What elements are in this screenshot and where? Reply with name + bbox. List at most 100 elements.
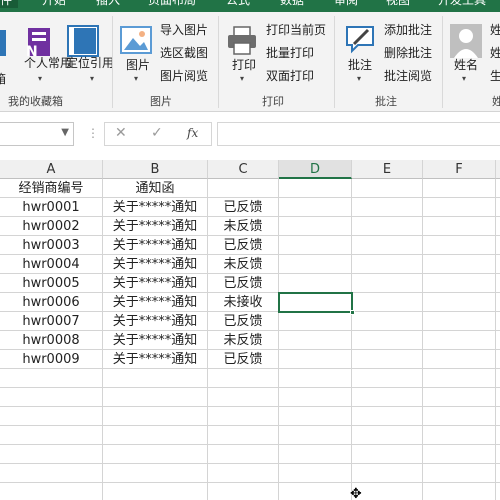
grid-cell[interactable]: hwr0009 (0, 350, 103, 369)
grid-cell[interactable] (208, 369, 279, 388)
grid-cell[interactable] (352, 445, 423, 464)
grid-cell[interactable] (423, 274, 496, 293)
grid-cell[interactable] (352, 426, 423, 445)
grid-cell[interactable]: hwr0004 (0, 255, 103, 274)
grid-cell[interactable]: 关于*****通知 (103, 350, 208, 369)
comment-icon[interactable] (344, 24, 376, 59)
grid-cell[interactable]: 未反馈 (208, 331, 279, 350)
add-comment-button[interactable]: 添加批注 (384, 23, 432, 37)
grid-cell[interactable] (423, 407, 496, 426)
spreadsheet-grid[interactable]: A B C D E F 经销商编号 通知函 hwr0001 关于*****通知 已反馈 h… (0, 160, 500, 500)
column-header-e[interactable]: E (352, 160, 423, 179)
grid-cell[interactable] (423, 483, 496, 500)
print-button[interactable]: 打印 (232, 58, 256, 72)
grid-cell[interactable] (352, 236, 423, 255)
name-button[interactable]: 姓名 (454, 58, 478, 72)
grid-cell[interactable] (496, 217, 500, 236)
tab-formulas[interactable]: 公式 (226, 0, 250, 8)
grid-cell[interactable] (352, 464, 423, 483)
column-header-partial[interactable] (496, 160, 500, 179)
grid-cell[interactable] (496, 198, 500, 217)
grid-cell[interactable] (279, 236, 352, 255)
grid-cell[interactable]: hwr0001 (0, 198, 103, 217)
grid-cell[interactable] (208, 483, 279, 500)
tab-review[interactable]: 审阅 (334, 0, 358, 8)
grid-cell[interactable]: 关于*****通知 (103, 274, 208, 293)
grid-cell[interactable] (496, 179, 500, 198)
grid-cell[interactable] (496, 483, 500, 500)
selected-cell[interactable] (278, 292, 355, 315)
grid-cell[interactable] (0, 464, 103, 483)
grid-cell[interactable]: 已反馈 (208, 312, 279, 331)
grid-cell[interactable] (496, 331, 500, 350)
grid-cell[interactable]: 经销商编号 (0, 179, 103, 198)
grid-cell[interactable]: hwr0008 (0, 331, 103, 350)
grid-cell[interactable] (279, 464, 352, 483)
tab-developer[interactable]: 开发工具 (438, 0, 486, 8)
grid-cell[interactable] (496, 369, 500, 388)
grid-cell[interactable]: 关于*****通知 (103, 255, 208, 274)
grid-cell[interactable] (103, 464, 208, 483)
grid-cell[interactable] (352, 331, 423, 350)
grid-cell[interactable]: 关于*****通知 (103, 293, 208, 312)
column-header-b[interactable]: B (103, 160, 208, 179)
column-header-c[interactable]: C (208, 160, 279, 179)
grid-cell[interactable] (423, 217, 496, 236)
grid-cell[interactable] (0, 445, 103, 464)
grid-cell[interactable] (352, 388, 423, 407)
grid-cell[interactable]: hwr0003 (0, 236, 103, 255)
grid-cell[interactable] (0, 388, 103, 407)
picture-icon[interactable] (120, 26, 152, 59)
grid-cell[interactable] (279, 217, 352, 236)
grid-cell[interactable]: hwr0007 (0, 312, 103, 331)
grid-cell[interactable] (423, 236, 496, 255)
grid-cell[interactable]: hwr0002 (0, 217, 103, 236)
grid-cell[interactable] (496, 312, 500, 331)
grid-cell[interactable] (279, 331, 352, 350)
column-header-a[interactable]: A (0, 160, 103, 179)
grid-cell[interactable] (423, 293, 496, 312)
grid-cell[interactable] (352, 369, 423, 388)
grid-cell[interactable]: 关于*****通知 (103, 217, 208, 236)
name-partial-item-1[interactable]: 姓 (490, 23, 500, 37)
personal-button[interactable]: 个人常用 (24, 56, 72, 71)
picture-button[interactable]: 图片 (126, 58, 150, 72)
grid-cell[interactable] (279, 483, 352, 500)
grid-cell[interactable]: 已反馈 (208, 350, 279, 369)
confirm-icon[interactable]: ✓ (151, 125, 163, 141)
grid-cell[interactable] (496, 236, 500, 255)
grid-cell[interactable] (423, 255, 496, 274)
grid-cell[interactable]: 关于*****通知 (103, 236, 208, 255)
grid-cell[interactable] (423, 312, 496, 331)
grid-cell[interactable] (496, 255, 500, 274)
tab-insert[interactable]: 插入 (96, 0, 120, 8)
comment-view-button[interactable]: 批注阅览 (384, 69, 432, 83)
grid-cell[interactable] (103, 407, 208, 426)
grid-cell[interactable]: 关于*****通知 (103, 331, 208, 350)
grid-cell[interactable] (208, 179, 279, 198)
grid-cell[interactable] (496, 407, 500, 426)
grid-cell[interactable] (423, 426, 496, 445)
grid-cell[interactable] (103, 388, 208, 407)
comment-button[interactable]: 批注 (348, 58, 372, 72)
grid-cell[interactable] (423, 464, 496, 483)
grid-cell[interactable] (103, 426, 208, 445)
grid-cell[interactable] (279, 179, 352, 198)
grid-cell[interactable] (352, 350, 423, 369)
grid-cell[interactable] (352, 255, 423, 274)
grid-cell[interactable]: 未反馈 (208, 217, 279, 236)
printer-icon[interactable] (226, 26, 258, 59)
fill-handle[interactable] (350, 310, 355, 315)
grid-cell[interactable] (352, 217, 423, 236)
grid-cell[interactable] (0, 407, 103, 426)
grid-cell[interactable] (496, 445, 500, 464)
grid-cell[interactable] (496, 388, 500, 407)
tab-data[interactable]: 数据 (280, 0, 304, 8)
grid-cell[interactable] (496, 274, 500, 293)
formula-input[interactable] (217, 122, 500, 146)
grid-cell[interactable] (279, 198, 352, 217)
grid-cell[interactable]: hwr0005 (0, 274, 103, 293)
grid-cell[interactable] (103, 483, 208, 500)
grid-cell[interactable] (352, 312, 423, 331)
grid-cell[interactable] (208, 464, 279, 483)
